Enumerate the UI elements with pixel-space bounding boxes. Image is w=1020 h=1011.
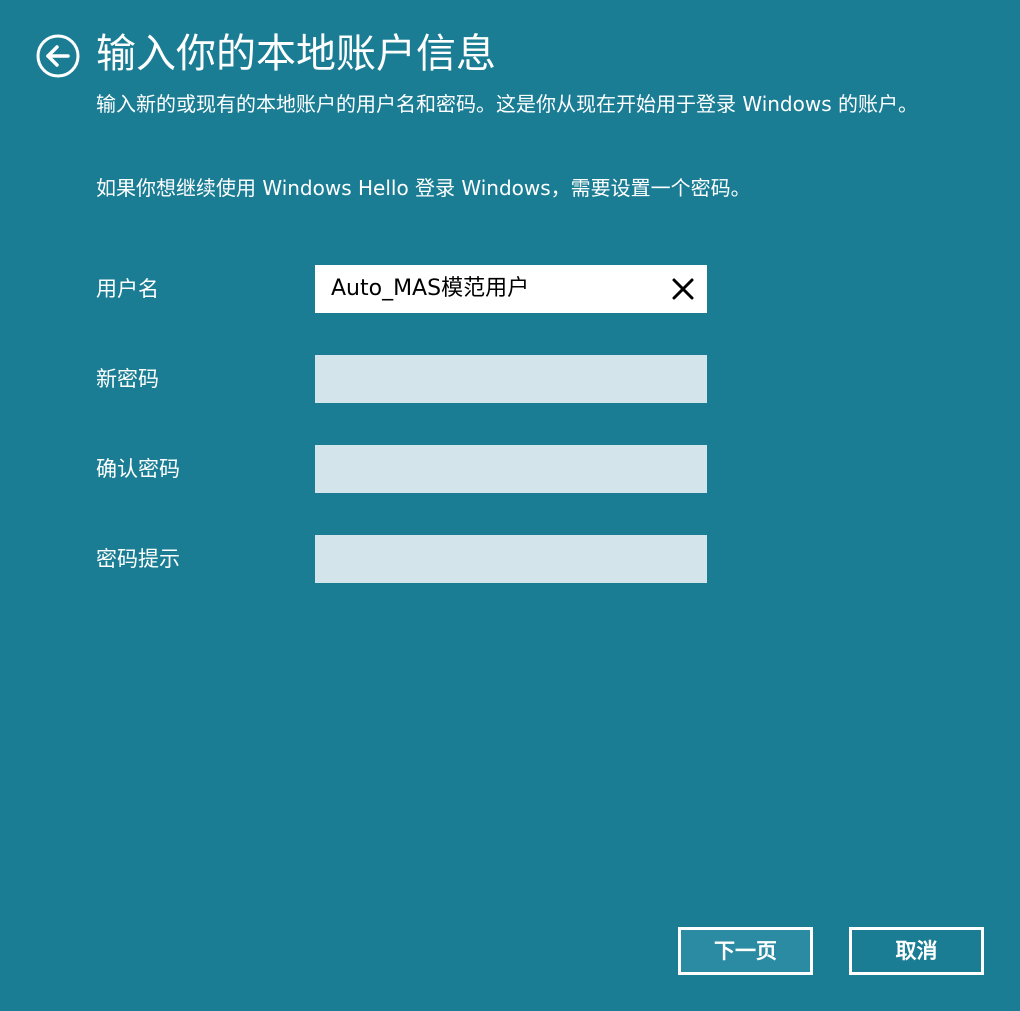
- page-title: 输入你的本地账户信息: [96, 31, 496, 77]
- next-button[interactable]: 下一页: [678, 927, 813, 975]
- clear-username-button[interactable]: [669, 275, 697, 303]
- password-hint-field[interactable]: [315, 535, 707, 583]
- username-field[interactable]: Auto_MAS模范用户: [315, 265, 707, 313]
- password-hint-label: 密码提示: [96, 547, 180, 571]
- new-password-field[interactable]: [315, 355, 707, 403]
- description-text: 输入新的或现有的本地账户的用户名和密码。这是你从现在开始用于登录 Windows…: [96, 92, 918, 116]
- cancel-button[interactable]: 取消: [849, 927, 984, 975]
- back-arrow-circle-icon: [36, 34, 80, 78]
- hello-password-note: 如果你想继续使用 Windows Hello 登录 Windows，需要设置一个…: [96, 176, 751, 200]
- confirm-password-label: 确认密码: [96, 457, 180, 481]
- new-password-label: 新密码: [96, 367, 159, 391]
- username-value[interactable]: Auto_MAS模范用户: [331, 265, 529, 313]
- back-button[interactable]: [36, 34, 80, 78]
- confirm-password-field[interactable]: [315, 445, 707, 493]
- username-label: 用户名: [96, 277, 159, 301]
- close-icon: [669, 275, 697, 303]
